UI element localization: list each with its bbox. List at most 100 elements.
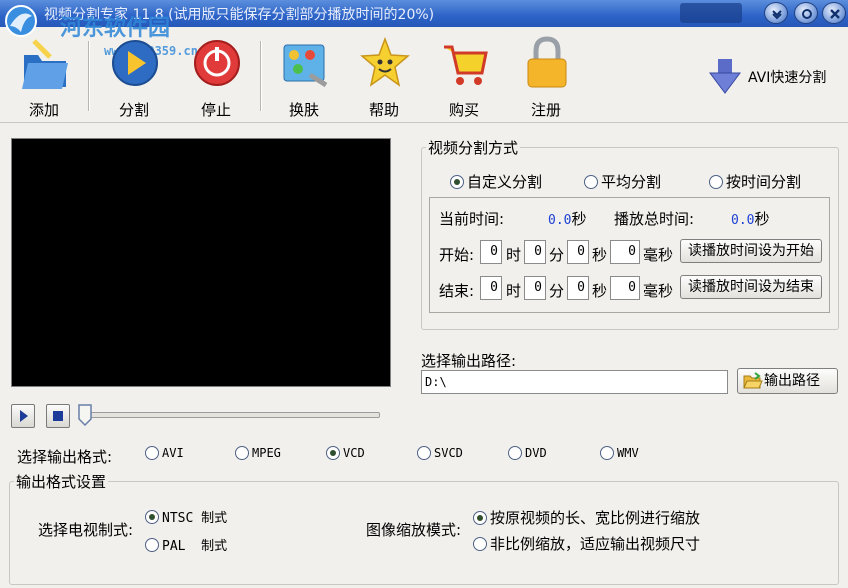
radio-custom-split[interactable]: 自定义分割	[450, 171, 542, 192]
end-minute-input[interactable]: 0	[524, 276, 546, 300]
register-label: 注册	[530, 101, 561, 119]
stop-button[interactable]: 停止	[178, 33, 254, 119]
title-decoration	[680, 3, 742, 23]
minute-unit: 分	[549, 282, 565, 300]
hour-unit: 时	[506, 246, 522, 264]
total-time-value: 0.0	[731, 213, 755, 228]
format-dvd[interactable]: DVD	[508, 446, 547, 460]
video-preview[interactable]	[11, 138, 391, 387]
stop-playback-button[interactable]	[46, 404, 70, 428]
start-hour-input[interactable]: 0	[480, 240, 502, 264]
radio-dot	[584, 174, 598, 189]
buy-label: 购买	[448, 101, 479, 119]
help-label: 帮助	[368, 101, 399, 119]
output-path-button-label: 输出路径	[764, 373, 820, 389]
ms-unit: 毫秒	[643, 282, 674, 300]
stop-label: 停止	[200, 101, 231, 119]
register-button[interactable]: 注册	[508, 33, 584, 119]
minute-unit: 分	[549, 246, 565, 264]
playback-slider[interactable]	[86, 412, 380, 418]
radio-dot	[145, 537, 159, 552]
scale-fit-output[interactable]: 非比例缩放，适应输出视频尺寸	[473, 533, 700, 554]
radio-dot	[450, 174, 464, 189]
hour-unit: 时	[506, 282, 522, 300]
skin-label: 换肤	[288, 101, 319, 119]
radio-dot	[473, 510, 487, 525]
radio-average-split[interactable]: 平均分割	[584, 171, 661, 192]
output-path-input[interactable]: D:\	[421, 370, 728, 394]
total-time-readout: 0.0秒	[731, 210, 770, 228]
scale-keep-ratio[interactable]: 按原视频的长、宽比例进行缩放	[473, 507, 700, 528]
start-label: 开始:	[439, 246, 475, 264]
current-time-label: 当前时间:	[439, 210, 505, 228]
current-time-readout: 0.0秒	[548, 210, 587, 228]
start-ms-input[interactable]: 0	[610, 240, 640, 264]
power-icon	[194, 40, 240, 86]
add-label: 添加	[28, 101, 59, 119]
tv-pal[interactable]: PAL 制式	[145, 535, 227, 554]
format-avi[interactable]: AVI	[145, 446, 184, 460]
format-svcd[interactable]: SVCD	[417, 446, 463, 460]
end-hour-input[interactable]: 0	[480, 276, 502, 300]
end-ms-input[interactable]: 0	[610, 276, 640, 300]
toolbar: 添加 分割 停止 换肤 帮助 购买 注册 AVI快速分割	[0, 27, 848, 123]
set-start-button[interactable]: 读播放时间设为开始	[680, 239, 822, 263]
help-button[interactable]: 帮助	[346, 33, 422, 119]
add-button[interactable]: 添加	[6, 33, 82, 119]
open-folder-icon	[743, 372, 763, 389]
toolbar-separator	[88, 41, 90, 111]
second-unit: 秒	[592, 246, 608, 264]
second-unit: 秒	[592, 282, 608, 300]
format-vcd[interactable]: VCD	[326, 446, 365, 460]
cart-icon	[444, 45, 488, 85]
total-time-label: 播放总时间:	[614, 210, 695, 228]
radio-dot	[473, 536, 487, 551]
output-path-button[interactable]: 输出路径	[737, 368, 838, 394]
tv-ntsc[interactable]: NTSC 制式	[145, 507, 227, 526]
split-label: 分割	[118, 101, 149, 119]
lock-icon	[527, 36, 567, 88]
radio-time-split[interactable]: 按时间分割	[709, 171, 801, 192]
radio-dot	[145, 446, 159, 460]
radio-dot	[600, 446, 614, 460]
set-end-button[interactable]: 读播放时间设为结束	[680, 275, 822, 299]
radio-dot	[145, 509, 159, 524]
format-mpeg[interactable]: MPEG	[235, 446, 281, 460]
avi-fast-split-button[interactable]: AVI快速分割	[706, 57, 838, 97]
play-split-icon	[112, 40, 158, 86]
download-arrow-icon	[709, 59, 741, 94]
skin-palette-icon	[283, 44, 328, 88]
minimize-icon	[772, 10, 782, 20]
tv-standard-label: 选择电视制式:	[38, 521, 134, 539]
scale-mode-label: 图像缩放模式:	[366, 521, 462, 539]
ms-unit: 毫秒	[643, 246, 674, 264]
toolbar-separator	[260, 41, 262, 111]
minimize-button[interactable]	[764, 2, 788, 24]
end-label: 结束:	[439, 282, 475, 300]
play-button[interactable]	[11, 404, 35, 428]
star-help-icon	[360, 36, 410, 87]
folder-icon	[22, 39, 68, 89]
output-format-label: 选择输出格式:	[17, 448, 113, 466]
skin-button[interactable]: 换肤	[266, 33, 342, 119]
radio-dot	[709, 174, 723, 189]
start-minute-input[interactable]: 0	[524, 240, 546, 264]
slider-thumb[interactable]	[78, 404, 92, 426]
split-mode-legend: 视频分割方式	[428, 139, 519, 157]
start-second-input[interactable]: 0	[567, 240, 589, 264]
end-second-input[interactable]: 0	[567, 276, 589, 300]
buy-button[interactable]: 购买	[426, 33, 502, 119]
radio-dot	[417, 446, 431, 460]
restore-button[interactable]	[794, 2, 818, 24]
stop-icon	[53, 411, 63, 421]
split-button[interactable]: 分割	[96, 33, 172, 119]
format-wmv[interactable]: WMV	[600, 446, 639, 460]
format-settings-legend: 输出格式设置	[16, 473, 107, 491]
close-button[interactable]	[822, 2, 846, 24]
radio-dot	[235, 446, 249, 460]
avi-fast-split-label: AVI快速分割	[748, 70, 827, 86]
radio-dot	[326, 446, 340, 460]
radio-dot	[508, 446, 522, 460]
output-path-label: 选择输出路径:	[421, 352, 517, 370]
restore-icon	[802, 9, 812, 19]
